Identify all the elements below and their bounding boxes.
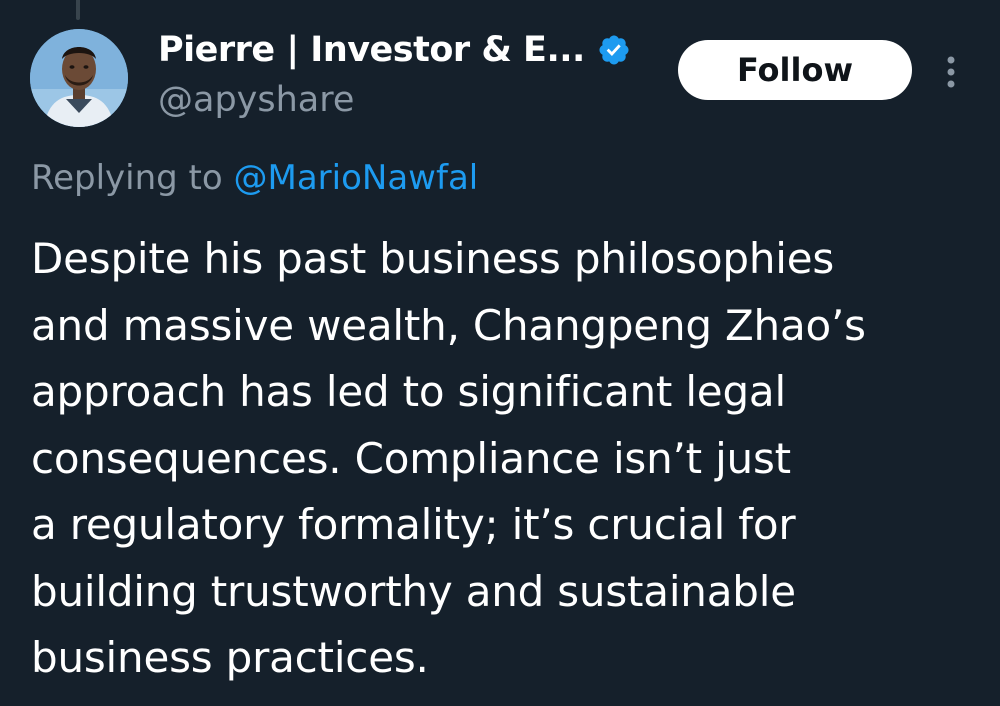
tweet-text-line: building trustworthy and sustainable xyxy=(31,566,796,616)
thread-connector-line xyxy=(76,0,80,20)
avatar[interactable] xyxy=(30,29,128,127)
tweet-text-line: business practices. xyxy=(31,633,429,682)
author-display-name[interactable]: Pierre | Investor & E... xyxy=(158,30,585,70)
tweet-text-line: a regulatory formality; it’s crucial for xyxy=(31,500,796,549)
avatar-photo-icon xyxy=(30,29,128,127)
tweet-text-line: approach has led to significant legal xyxy=(31,367,786,416)
follow-button[interactable]: Follow xyxy=(678,40,912,100)
author-handle[interactable]: @apyshare xyxy=(158,80,354,120)
tweet-text: Despite his past business philosophies a… xyxy=(31,226,981,692)
replying-to-mention-link[interactable]: @MarioNawfal xyxy=(234,158,479,198)
tweet-text-line: and massive wealth, Changpeng Zhao’s xyxy=(31,300,866,350)
more-vertical-icon[interactable] xyxy=(936,52,966,92)
verified-badge-icon xyxy=(599,35,629,65)
replying-to-line: Replying to @MarioNawfal xyxy=(31,158,478,198)
replying-to-label: Replying to xyxy=(31,158,234,198)
tweet-text-line: Despite his past business philosophies xyxy=(31,234,835,283)
author-name-row: Pierre | Investor & E... xyxy=(158,30,631,70)
tweet-text-line: consequences. Compliance isn’t just xyxy=(31,433,791,483)
